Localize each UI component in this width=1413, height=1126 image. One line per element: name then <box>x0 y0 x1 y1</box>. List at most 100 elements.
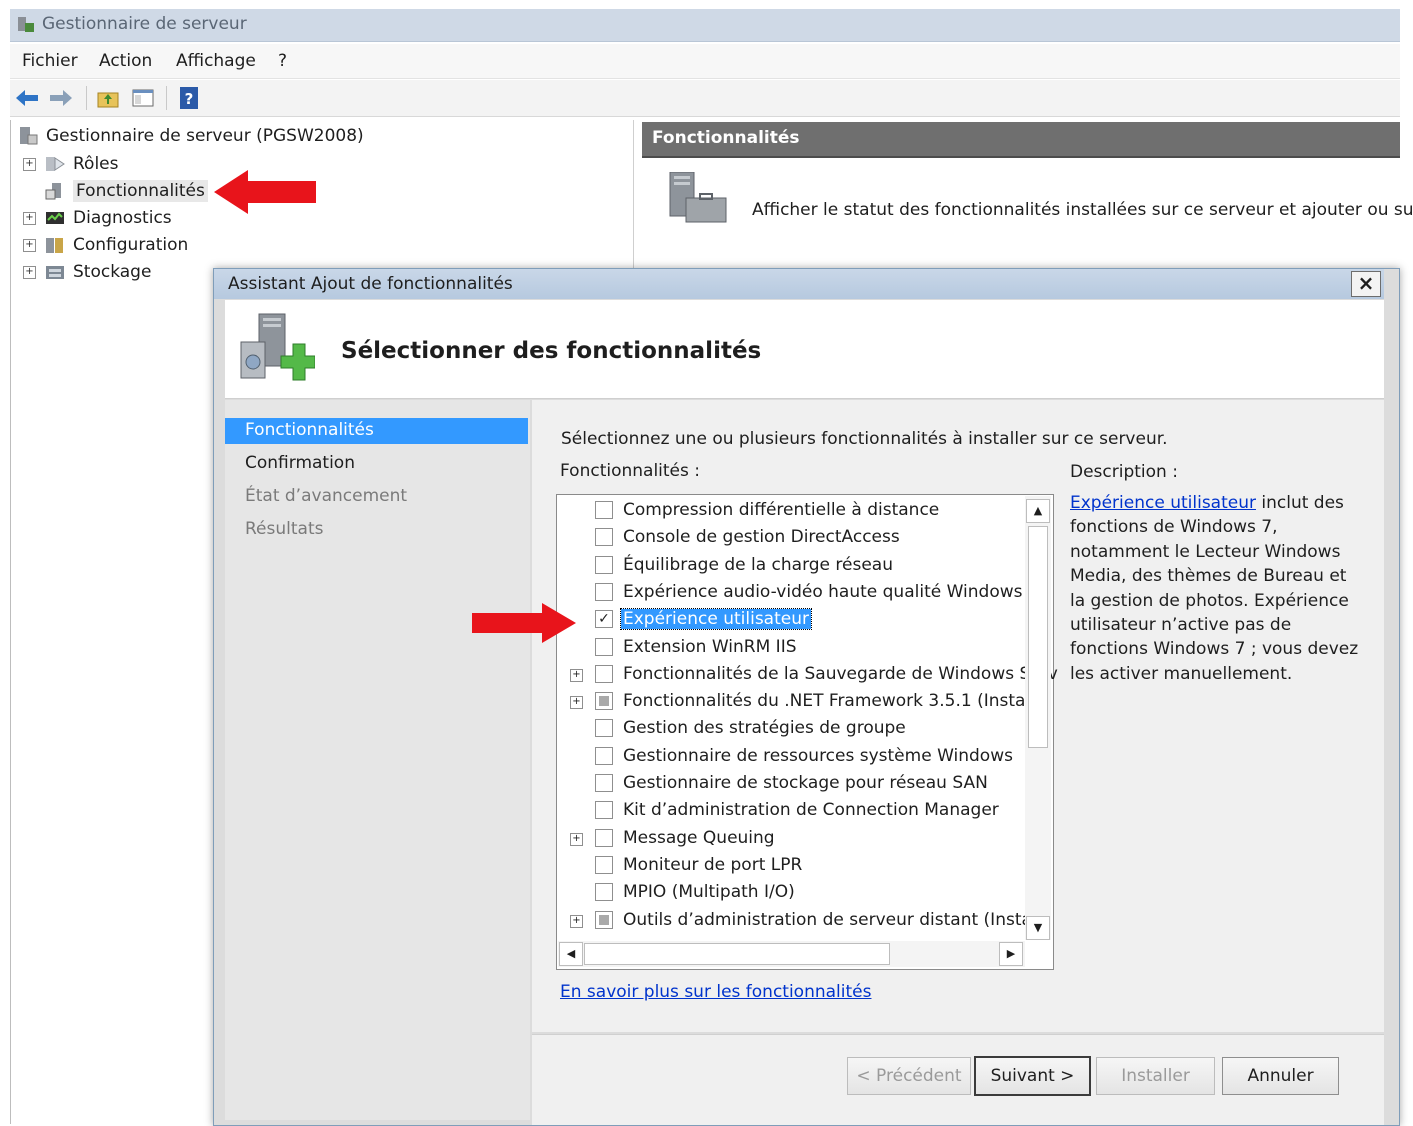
feature-checkbox[interactable] <box>595 555 613 574</box>
feature-row[interactable]: + Fonctionnalités du .NET Framework 3.5.1… <box>557 689 1052 715</box>
feature-checkbox[interactable] <box>595 828 613 847</box>
expand-icon[interactable]: + <box>570 832 583 846</box>
scroll-up-icon[interactable]: ▲ <box>1026 499 1050 523</box>
server-icon <box>20 127 38 145</box>
tree-item-roles[interactable]: + Rôles <box>23 154 119 174</box>
cancel-button[interactable]: Annuler <box>1222 1057 1339 1095</box>
previous-button[interactable]: < Précédent <box>847 1057 971 1095</box>
show-hide-tree-button[interactable] <box>130 85 156 111</box>
learn-more-link[interactable]: En savoir plus sur les fonctionnalités <box>560 982 871 1002</box>
up-folder-button[interactable] <box>95 85 121 111</box>
horizontal-scrollbar[interactable]: ◀ ▶ <box>558 941 1025 967</box>
expand-icon[interactable]: + <box>23 238 36 252</box>
step-etat-avancement: État d’avancement <box>225 484 528 510</box>
feature-row[interactable]: MPIO (Multipath I/O) <box>557 880 1023 906</box>
menu-fichier[interactable]: Fichier <box>22 51 78 71</box>
next-button[interactable]: Suivant > <box>974 1056 1091 1096</box>
feature-row[interactable]: Gestionnaire de ressources système Windo… <box>557 744 1023 770</box>
feature-checkbox[interactable] <box>595 501 613 519</box>
feature-row[interactable]: Gestion des stratégies de groupe <box>557 716 1023 742</box>
features-icon <box>45 183 61 200</box>
feature-label: Expérience audio-vidéo haute qualité Win… <box>623 581 1023 602</box>
feature-label: Outils d’administration de serveur dista… <box>623 909 1052 930</box>
forward-button[interactable] <box>48 85 74 111</box>
feature-checkbox[interactable] <box>595 855 613 874</box>
feature-checkbox[interactable] <box>595 582 613 601</box>
feature-checkbox[interactable] <box>595 801 613 820</box>
back-button[interactable] <box>14 85 40 111</box>
feature-checkbox[interactable] <box>595 883 613 902</box>
menu-affichage[interactable]: Affichage <box>176 51 256 71</box>
storage-icon <box>46 266 64 279</box>
tree-root[interactable]: Gestionnaire de serveur (PGSW2008) <box>17 126 364 146</box>
feature-label: Gestion des stratégies de groupe <box>623 718 906 739</box>
feature-checkbox[interactable] <box>595 637 613 656</box>
help-icon: ? <box>180 87 198 109</box>
menu-action[interactable]: Action <box>99 51 152 71</box>
tree-item-fonctionnalites[interactable]: Fonctionnalités <box>44 180 208 202</box>
roles-icon <box>46 157 65 171</box>
expand-icon[interactable]: + <box>570 696 583 710</box>
feature-row[interactable]: Expérience audio-vidéo haute qualité Win… <box>557 580 1023 606</box>
feature-checkbox[interactable] <box>595 910 613 929</box>
feature-row[interactable]: Compression différentielle à distance <box>557 498 1023 524</box>
feature-label: Gestionnaire de stockage pour réseau SAN <box>623 773 988 793</box>
feature-row[interactable]: Gestionnaire de stockage pour réseau SAN <box>557 771 1023 797</box>
feature-row[interactable]: + Message Queuing <box>557 826 1023 852</box>
expand-icon[interactable]: + <box>570 668 583 682</box>
expand-icon[interactable]: + <box>23 157 36 171</box>
feature-label: Extension WinRM IIS <box>623 636 797 657</box>
feature-description: Expérience utilisateur inclut des foncti… <box>1070 491 1366 686</box>
step-resultats: Résultats <box>225 517 528 543</box>
menu-help[interactable]: ? <box>278 51 287 71</box>
features-list[interactable]: Compression différentielle à distance Con… <box>556 494 1058 970</box>
scroll-right-icon[interactable]: ▶ <box>999 942 1023 966</box>
feature-checkbox[interactable] <box>595 719 613 738</box>
step-label: État d’avancement <box>245 486 408 506</box>
feature-row[interactable]: Équilibrage de la charge réseau <box>557 553 1023 579</box>
tree-item-label: Rôles <box>73 154 119 174</box>
feature-row[interactable]: Console de gestion DirectAccess <box>557 525 1023 551</box>
feature-row[interactable]: + Fonctionnalités de la Sauvegarde de Win… <box>557 662 1058 688</box>
tree-item-stockage[interactable]: + Stockage <box>23 262 151 282</box>
feature-row[interactable]: + Outils d’administration de serveur dist… <box>557 908 1052 934</box>
feature-label: Console de gestion DirectAccess <box>623 527 900 548</box>
configuration-icon <box>46 238 63 253</box>
feature-row[interactable]: ✓ Expérience utilisateur <box>557 607 1023 633</box>
menu-bar: Fichier Action Affichage ? <box>10 44 1400 79</box>
window-title-bar: Gestionnaire de serveur <box>10 9 1400 42</box>
feature-label: Gestionnaire de ressources système Windo… <box>623 745 1013 766</box>
feature-checkbox[interactable] <box>595 664 613 683</box>
scroll-left-icon[interactable]: ◀ <box>559 942 583 966</box>
description-body: inclut des fonctions de Windows 7, notam… <box>1070 493 1359 684</box>
details-header: Fonctionnalités <box>642 122 1400 158</box>
description-label: Description : <box>1070 462 1178 482</box>
feature-checkbox[interactable] <box>595 774 613 792</box>
tree-item-configuration[interactable]: + Configuration <box>23 235 188 255</box>
feature-checkbox[interactable] <box>595 746 613 765</box>
scroll-thumb[interactable] <box>1028 526 1048 748</box>
scroll-down-icon[interactable]: ▼ <box>1026 916 1050 940</box>
description-link[interactable]: Expérience utilisateur <box>1070 493 1256 513</box>
scroll-thumb[interactable] <box>584 943 890 965</box>
vertical-scrollbar[interactable]: ▲ ▼ <box>1025 496 1051 940</box>
feature-row[interactable]: Moniteur de port LPR <box>557 853 1023 879</box>
close-button[interactable]: × <box>1351 271 1381 297</box>
wizard-title-bar: Assistant Ajout de fonctionnalités <box>214 269 1384 299</box>
expand-icon[interactable]: + <box>23 265 36 279</box>
feature-checkbox[interactable] <box>595 692 613 711</box>
back-arrow-icon <box>16 90 38 106</box>
wizard-heading: Sélectionner des fonctionnalités <box>341 338 762 364</box>
feature-row[interactable]: Extension WinRM IIS <box>557 635 1023 661</box>
step-label: Résultats <box>245 519 324 539</box>
red-arrow-icon <box>472 603 576 643</box>
feature-checkbox[interactable] <box>595 528 613 547</box>
help-button[interactable]: ? <box>176 85 202 111</box>
expand-icon[interactable]: + <box>23 211 36 225</box>
expand-icon[interactable]: + <box>570 914 583 928</box>
feature-checkbox[interactable]: ✓ <box>595 610 613 629</box>
red-arrow-icon <box>214 170 316 214</box>
feature-row[interactable]: Kit d’administration de Connection Manag… <box>557 798 1023 824</box>
tree-item-diagnostics[interactable]: + Diagnostics <box>23 208 172 228</box>
install-button[interactable]: Installer <box>1096 1057 1215 1095</box>
